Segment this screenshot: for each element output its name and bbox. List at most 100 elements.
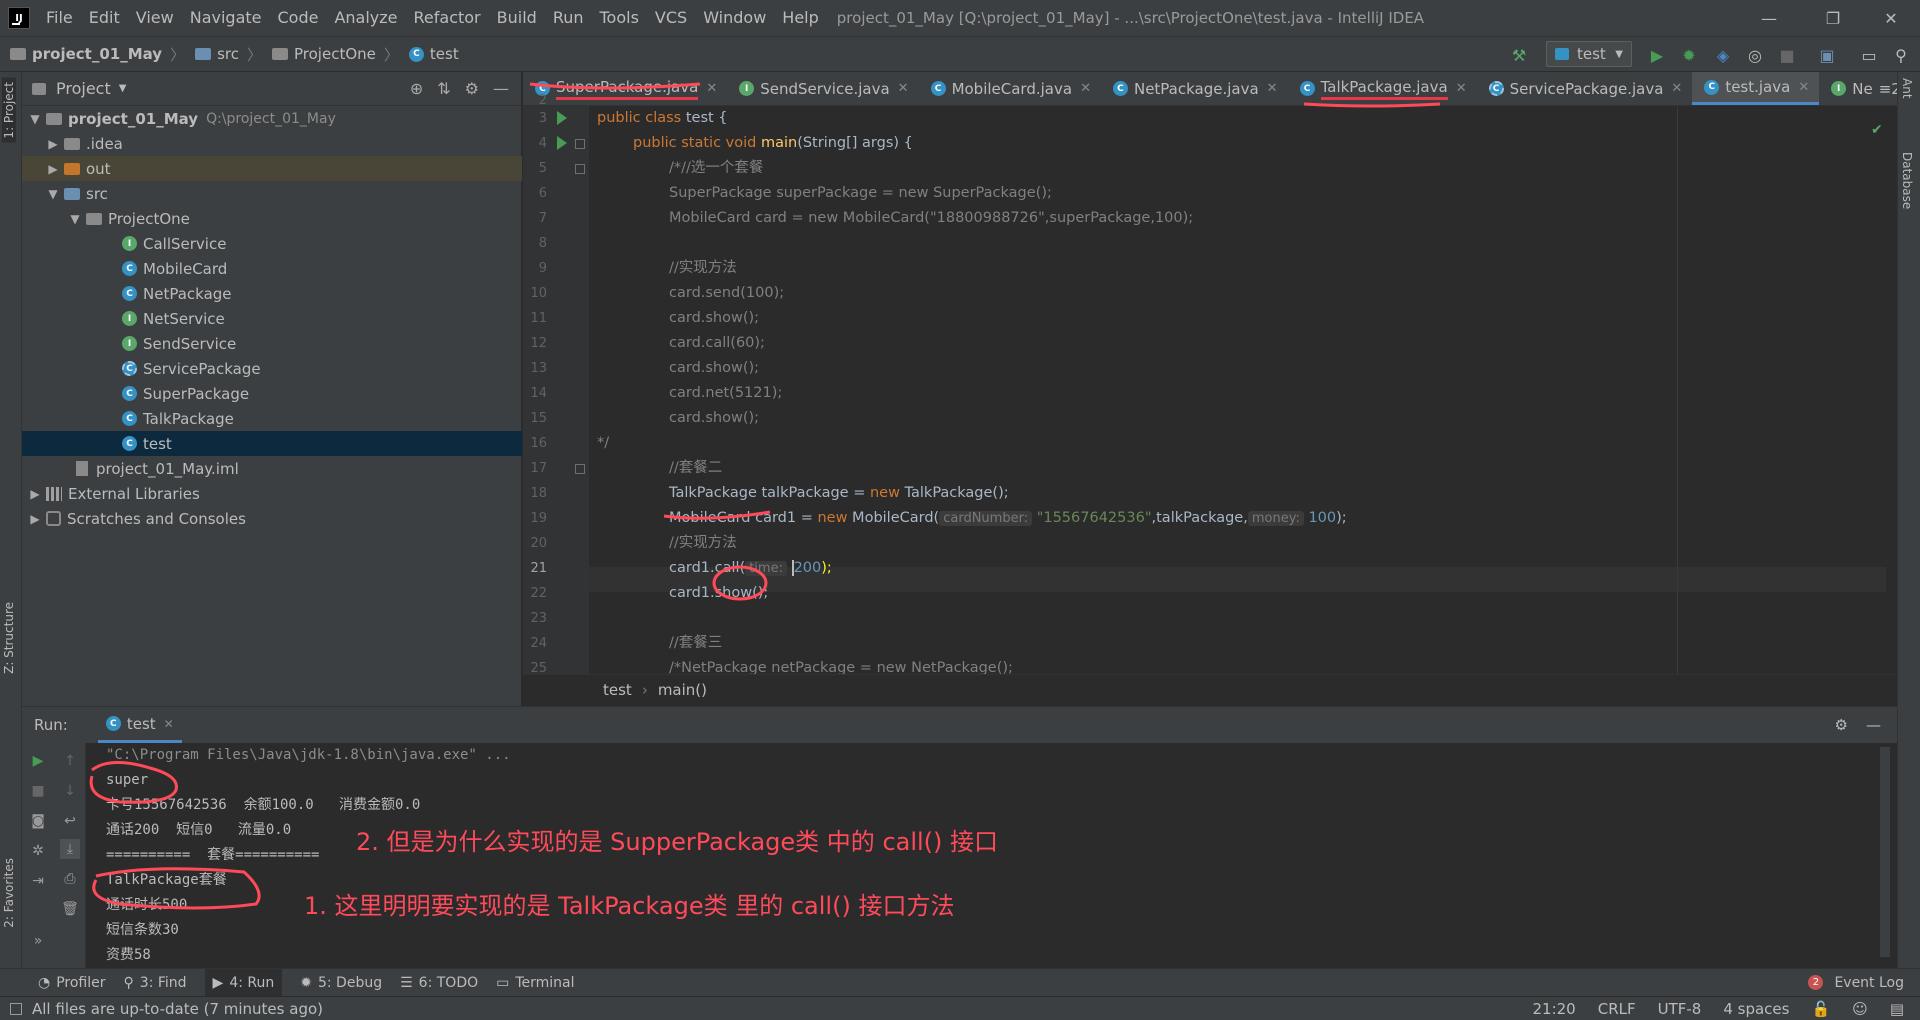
close-tab-icon[interactable]: ✕ <box>1080 81 1091 96</box>
more-icon[interactable]: » <box>28 931 48 951</box>
tool-find[interactable]: ⚲ 3: Find <box>124 975 187 991</box>
tree-item-project-root[interactable]: ▼ project_01_May Q:\project_01_May <box>22 106 522 131</box>
tabs-overflow-button[interactable]: ≡2 <box>1873 72 1897 105</box>
file-encoding[interactable]: UTF-8 <box>1658 1000 1702 1018</box>
tree-item-mobilecard[interactable]: C MobileCard <box>22 256 522 281</box>
project-view-select[interactable]: Project <box>56 79 111 98</box>
close-tab-icon[interactable]: ✕ <box>164 717 174 731</box>
tree-item-superpackage[interactable]: C SuperPackage <box>22 381 522 406</box>
close-tab-icon[interactable]: ✕ <box>1267 81 1278 96</box>
tree-item-idea[interactable]: ▶ .idea <box>22 131 522 156</box>
tool-profiler[interactable]: ◔ Profiler <box>38 975 106 991</box>
line-separator[interactable]: CRLF <box>1598 1000 1636 1018</box>
close-tab-icon[interactable]: ✕ <box>898 81 909 96</box>
menu-run[interactable]: Run <box>545 0 592 36</box>
soft-wrap-icon[interactable]: ↩ <box>60 811 80 831</box>
arrow-down-icon[interactable]: ↓ <box>60 781 80 801</box>
caret-position[interactable]: 21:20 <box>1532 1000 1575 1018</box>
console-scrollbar[interactable] <box>1880 747 1890 957</box>
project-structure-icon[interactable]: ▣ <box>1816 44 1838 66</box>
tree-item-external-libraries[interactable]: ▶ External Libraries <box>22 481 522 506</box>
menu-view[interactable]: View <box>128 0 182 36</box>
trash-icon[interactable]: 🗑 <box>60 899 80 919</box>
project-tool-tab[interactable]: 1: Project <box>2 78 16 143</box>
menu-file[interactable]: File <box>38 0 81 36</box>
tab-netservice[interactable]: I Ne <box>1819 72 1873 105</box>
tool-terminal[interactable]: ▭ Terminal <box>496 975 574 991</box>
nav-crumb-src[interactable]: src 〉 <box>195 44 262 65</box>
profile-icon[interactable]: ◎ <box>1744 44 1766 66</box>
menu-navigate[interactable]: Navigate <box>182 0 270 36</box>
tool-event-log[interactable]: 2 Event Log <box>1808 975 1904 991</box>
menu-code[interactable]: Code <box>270 0 327 36</box>
nav-crumb-package[interactable]: ProjectOne 〉 <box>272 44 399 65</box>
toggle-tool-windows-icon[interactable] <box>10 1002 22 1015</box>
bug-off-icon[interactable]: ✲ <box>28 841 48 861</box>
menu-vcs[interactable]: VCS <box>647 0 695 36</box>
tool-debug[interactable]: ✹ 5: Debug <box>300 975 382 991</box>
tree-item-scratches[interactable]: ▶ Scratches and Consoles <box>22 506 522 531</box>
code-editor[interactable]: public class test { public static void m… <box>589 106 1886 674</box>
tab-netpackage[interactable]: C NetPackage.java ✕ <box>1101 72 1288 105</box>
gear-icon[interactable]: ⚙ <box>1835 716 1848 734</box>
menu-tools[interactable]: Tools <box>592 0 647 36</box>
fold-icon[interactable] <box>575 139 585 149</box>
tree-item-src[interactable]: ▼ src <box>22 181 522 206</box>
tab-sendservice[interactable]: I SendService.java ✕ <box>727 72 918 105</box>
indent-setting[interactable]: 4 spaces <box>1723 1000 1789 1018</box>
close-window-button[interactable]: ✕ <box>1868 0 1914 36</box>
tab-superpackage[interactable]: C SuperPackage.java ✕ <box>523 72 727 105</box>
menu-refactor[interactable]: Refactor <box>406 0 489 36</box>
menu-window[interactable]: Window <box>695 0 774 36</box>
tab-test[interactable]: Ctest.java ✕ <box>1692 72 1820 105</box>
restore-button[interactable]: ❐ <box>1810 0 1856 36</box>
nav-crumb-project[interactable]: project_01_May 〉 <box>10 44 185 65</box>
coverage-icon[interactable]: ◈ <box>1712 44 1734 66</box>
run-main-gutter-icon[interactable] <box>557 136 567 150</box>
stop-icon[interactable]: ■ <box>1776 44 1798 66</box>
structure-tool-tab[interactable]: Z: Structure <box>2 602 16 674</box>
rerun-icon[interactable]: ▶ <box>28 751 48 771</box>
close-tab-icon[interactable]: ✕ <box>1671 81 1682 96</box>
run-icon[interactable]: ▶ <box>1646 44 1668 66</box>
fold-icon[interactable] <box>575 164 585 174</box>
presentation-icon[interactable]: ▭ <box>1858 44 1880 66</box>
tab-talkpackage[interactable]: C TalkPackage.java ✕ <box>1288 72 1477 105</box>
run-class-gutter-icon[interactable] <box>557 111 567 125</box>
tool-todo[interactable]: ☰ 6: TODO <box>400 975 478 991</box>
run-tab-test[interactable]: Ctest ✕ <box>97 707 182 743</box>
camera-icon[interactable]: ◙ <box>28 811 48 831</box>
tree-item-netpackage[interactable]: C NetPackage <box>22 281 522 306</box>
memory-indicator-icon[interactable]: ▤ <box>1890 1000 1904 1018</box>
collapse-all-icon[interactable]: ⇅ <box>437 79 450 98</box>
tree-item-sendservice[interactable]: I SendService <box>22 331 522 356</box>
close-tab-icon[interactable]: ✕ <box>1798 80 1809 95</box>
hide-icon[interactable]: — <box>1866 716 1881 734</box>
stop-icon[interactable]: ■ <box>28 781 48 801</box>
run-config-select[interactable]: test ▼ <box>1546 41 1632 67</box>
breadcrumb-method[interactable]: main() <box>658 681 707 699</box>
menu-edit[interactable]: Edit <box>81 0 128 36</box>
menu-analyze[interactable]: Analyze <box>326 0 405 36</box>
tab-mobilecard[interactable]: C MobileCard.java ✕ <box>919 72 1101 105</box>
nav-crumb-file[interactable]: Ctest <box>408 45 459 63</box>
build-hammer-icon[interactable]: ⚒ <box>1508 44 1530 66</box>
tree-item-talkpackage[interactable]: C TalkPackage <box>22 406 522 431</box>
close-tab-icon[interactable]: ✕ <box>1456 81 1467 96</box>
tree-item-test[interactable]: Ctest <box>22 431 522 456</box>
fold-icon[interactable] <box>575 464 585 474</box>
breadcrumb-class[interactable]: test <box>603 681 632 699</box>
search-everywhere-icon[interactable]: ⚲ <box>1890 44 1912 66</box>
tree-item-package[interactable]: ▼ ProjectOne <box>22 206 522 231</box>
inspection-ok-icon[interactable]: ✔ <box>1871 123 1883 137</box>
favorites-tool-tab[interactable]: 2: Favorites <box>2 858 16 928</box>
close-tab-icon[interactable]: ✕ <box>706 81 717 96</box>
tree-item-netservice[interactable]: I NetService <box>22 306 522 331</box>
tree-item-iml[interactable]: project_01_May.iml <box>22 456 522 481</box>
chevron-down-icon[interactable]: ▼ <box>119 83 127 94</box>
tree-item-out[interactable]: ▶ out <box>22 156 522 181</box>
inspector-icon[interactable]: ☺ <box>1852 1000 1868 1018</box>
menu-build[interactable]: Build <box>489 0 545 36</box>
minimize-button[interactable]: — <box>1746 0 1792 36</box>
tab-servicepackage[interactable]: C ServicePackage.java ✕ <box>1477 72 1693 105</box>
